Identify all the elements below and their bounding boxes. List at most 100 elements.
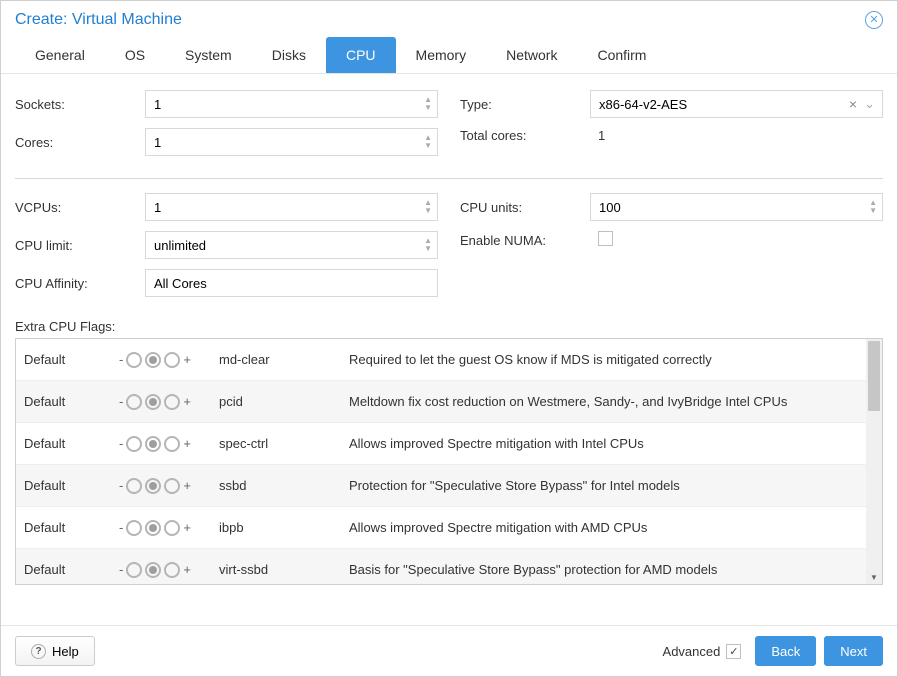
flag-description: Basis for "Speculative Store Bypass" pro… <box>349 562 874 577</box>
flag-radio-default[interactable] <box>145 352 161 368</box>
flag-description: Allows improved Spectre mitigation with … <box>349 436 874 451</box>
tab-os[interactable]: OS <box>105 37 165 73</box>
flag-description: Protection for "Speculative Store Bypass… <box>349 478 874 493</box>
plus-icon: + <box>183 436 191 451</box>
back-button-label: Back <box>771 644 800 659</box>
minus-icon: - <box>119 394 123 409</box>
help-button-label: Help <box>52 644 79 659</box>
flag-radio-on[interactable] <box>164 394 180 410</box>
scroll-thumb[interactable] <box>868 341 880 411</box>
close-button[interactable]: ✕ <box>865 11 883 29</box>
tab-general[interactable]: General <box>15 37 105 73</box>
flag-tristate: -+ <box>119 394 219 410</box>
flag-radio-on[interactable] <box>164 436 180 452</box>
cpu-affinity-label: CPU Affinity: <box>15 276 145 291</box>
cores-input[interactable] <box>145 128 438 156</box>
flag-description: Meltdown fix cost reduction on Westmere,… <box>349 394 874 409</box>
flag-radio-default[interactable] <box>145 520 161 536</box>
flag-state: Default <box>24 520 119 535</box>
plus-icon: + <box>183 478 191 493</box>
flag-radio-off[interactable] <box>126 478 142 494</box>
flag-row: Default-+ibpbAllows improved Spectre mit… <box>16 507 882 549</box>
plus-icon: + <box>183 562 191 577</box>
flag-row: Default-+virt-ssbdBasis for "Speculative… <box>16 549 882 584</box>
scroll-down-icon[interactable]: ▼ <box>866 570 882 584</box>
flag-state: Default <box>24 478 119 493</box>
flag-name: md-clear <box>219 352 349 367</box>
sockets-label: Sockets: <box>15 97 145 112</box>
flag-name: pcid <box>219 394 349 409</box>
flag-row: Default-+pcidMeltdown fix cost reduction… <box>16 381 882 423</box>
flag-state: Default <box>24 394 119 409</box>
flag-state: Default <box>24 562 119 577</box>
plus-icon: + <box>183 394 191 409</box>
flag-name: ibpb <box>219 520 349 535</box>
tab-memory[interactable]: Memory <box>396 37 487 73</box>
flag-name: virt-ssbd <box>219 562 349 577</box>
flag-radio-on[interactable] <box>164 562 180 578</box>
scrollbar[interactable]: ▲ ▼ <box>866 339 882 584</box>
flag-state: Default <box>24 352 119 367</box>
flag-radio-off[interactable] <box>126 520 142 536</box>
help-icon: ? <box>31 644 46 659</box>
flag-row: Default-+md-clearRequired to let the gue… <box>16 339 882 381</box>
minus-icon: - <box>119 520 123 535</box>
flag-row: Default-+spec-ctrlAllows improved Spectr… <box>16 423 882 465</box>
advanced-checkbox[interactable]: ✓ <box>726 644 741 659</box>
flag-radio-off[interactable] <box>126 562 142 578</box>
cpu-type-combo[interactable] <box>590 90 883 118</box>
minus-icon: - <box>119 352 123 367</box>
flag-radio-on[interactable] <box>164 478 180 494</box>
total-cores-value: 1 <box>590 128 605 143</box>
total-cores-label: Total cores: <box>460 128 590 143</box>
sockets-input[interactable] <box>145 90 438 118</box>
plus-icon: + <box>183 520 191 535</box>
dialog-header: Create: Virtual Machine ✕ <box>1 1 897 37</box>
vcpus-label: VCPUs: <box>15 200 145 215</box>
next-button-label: Next <box>840 644 867 659</box>
tab-network[interactable]: Network <box>486 37 577 73</box>
divider <box>15 178 883 179</box>
chevron-down-icon[interactable]: ⌄ <box>864 96 875 112</box>
next-button[interactable]: Next <box>824 636 883 666</box>
flag-tristate: -+ <box>119 352 219 368</box>
flag-tristate: -+ <box>119 436 219 452</box>
back-button[interactable]: Back <box>755 636 816 666</box>
vcpus-input[interactable] <box>145 193 438 221</box>
cpu-units-label: CPU units: <box>460 200 590 215</box>
clear-icon[interactable]: × <box>849 96 857 112</box>
help-button[interactable]: ? Help <box>15 636 95 666</box>
close-icon: ✕ <box>869 15 878 26</box>
minus-icon: - <box>119 562 123 577</box>
minus-icon: - <box>119 478 123 493</box>
dialog-title: Create: Virtual Machine <box>15 11 182 29</box>
tab-cpu[interactable]: CPU <box>326 37 396 73</box>
flag-tristate: -+ <box>119 562 219 578</box>
flag-radio-default[interactable] <box>145 562 161 578</box>
flag-name: spec-ctrl <box>219 436 349 451</box>
flag-radio-off[interactable] <box>126 352 142 368</box>
flag-tristate: -+ <box>119 520 219 536</box>
flag-radio-off[interactable] <box>126 394 142 410</box>
tab-confirm[interactable]: Confirm <box>577 37 666 73</box>
cpu-affinity-input[interactable] <box>145 269 438 297</box>
flag-radio-on[interactable] <box>164 352 180 368</box>
flag-radio-default[interactable] <box>145 394 161 410</box>
flag-radio-on[interactable] <box>164 520 180 536</box>
cpu-units-input[interactable] <box>590 193 883 221</box>
flag-name: ssbd <box>219 478 349 493</box>
flag-row: Default-+ssbdProtection for "Speculative… <box>16 465 882 507</box>
flag-state: Default <box>24 436 119 451</box>
flag-radio-default[interactable] <box>145 436 161 452</box>
flag-tristate: -+ <box>119 478 219 494</box>
enable-numa-label: Enable NUMA: <box>460 233 590 248</box>
flag-radio-off[interactable] <box>126 436 142 452</box>
cpu-panel: Sockets: ▲▼ Cores: ▲▼ Type: × <box>1 74 897 585</box>
cpu-limit-label: CPU limit: <box>15 238 145 253</box>
tab-system[interactable]: System <box>165 37 252 73</box>
plus-icon: + <box>183 352 191 367</box>
flag-radio-default[interactable] <box>145 478 161 494</box>
tab-disks[interactable]: Disks <box>252 37 326 73</box>
cpu-limit-input[interactable] <box>145 231 438 259</box>
enable-numa-checkbox[interactable] <box>598 231 613 246</box>
